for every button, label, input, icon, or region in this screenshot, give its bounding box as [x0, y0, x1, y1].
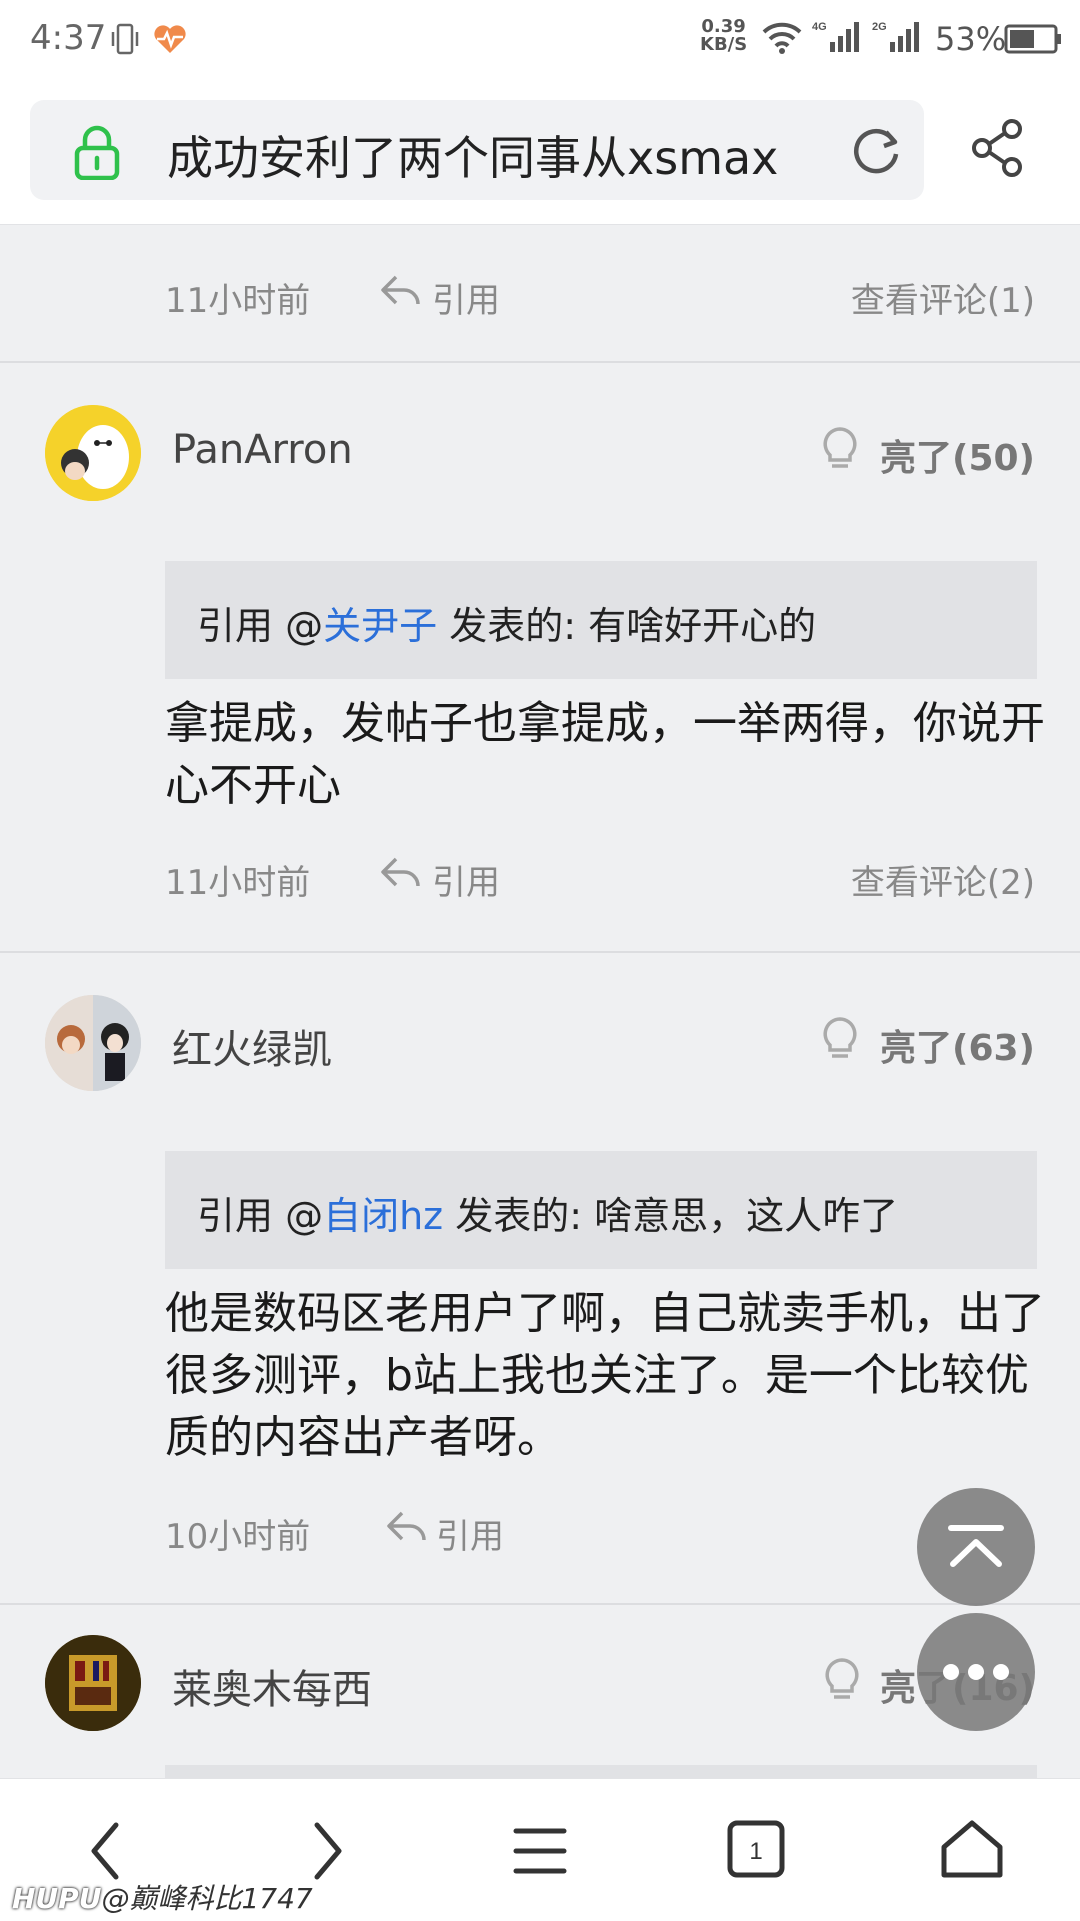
- avatar-image: [45, 995, 141, 1091]
- network-speed: 0.39 KB/S: [700, 18, 747, 54]
- avatar-image: [45, 1635, 141, 1731]
- comment-body: 拿提成，发帖子也拿提成，一举两得，你说开心不开心: [165, 698, 1045, 811]
- lightbulb-icon[interactable]: [820, 1016, 860, 1062]
- status-bar: 4:37 0.39 KB/S 4G 2G 53%: [0, 0, 1080, 78]
- avatar[interactable]: [45, 1635, 141, 1731]
- reply-arrow-icon[interactable]: [380, 273, 422, 309]
- battery-icon: [1004, 24, 1061, 54]
- menu-icon[interactable]: [500, 1809, 580, 1889]
- username[interactable]: PanArron: [172, 427, 353, 473]
- reload-icon[interactable]: [848, 122, 904, 178]
- tabs-icon[interactable]: 1: [716, 1809, 796, 1889]
- wifi-icon: [762, 22, 802, 54]
- quote-suffix: 发表的: 啥意思，这人咋了: [443, 1194, 899, 1238]
- page-title: 成功安利了两个同事从xsmax: [167, 131, 779, 185]
- lightbulb-icon[interactable]: [820, 426, 860, 472]
- avatar[interactable]: [45, 995, 141, 1091]
- more-options-button[interactable]: [917, 1613, 1035, 1731]
- signal-4g-icon: 4G: [812, 21, 859, 52]
- watermark: HUPU@巅峰科比1747: [12, 1877, 313, 1917]
- lightbulb-icon[interactable]: [822, 1657, 862, 1703]
- battery-percent: 53%: [935, 20, 1007, 58]
- quote-suffix: 发表的: 有啥好开心的: [437, 604, 817, 648]
- scroll-to-top-button[interactable]: [917, 1488, 1035, 1606]
- comment-item: PanArron 亮了(50) 引用 @关尹子 发表的: 有啥好开心的 拿提成，…: [0, 363, 1080, 953]
- address-bar[interactable]: 成功安利了两个同事从xsmax: [30, 100, 924, 200]
- comment-item: 11小时前 引用 查看评论(1): [0, 225, 1080, 363]
- net1-label: 4G: [812, 21, 827, 33]
- quoted-user-link[interactable]: 自闭hz: [323, 1194, 443, 1238]
- net2-label: 2G: [872, 21, 887, 33]
- comment-body: 他是数码区老用户了啊，自己就卖手机，出了很多测评，b站上我也关注了。是一个比较优…: [165, 1288, 1045, 1463]
- quote-prefix: 引用 @: [197, 1194, 324, 1238]
- comment-time: 10小时前: [165, 1517, 311, 1557]
- quoted-reply: 引用 @关尹子 发表的: 有啥好开心的: [165, 561, 1037, 679]
- avatar-image: [45, 405, 141, 501]
- quoted-reply: 引用 @自闭hz 发表的: 啥意思，这人咋了: [165, 1151, 1037, 1269]
- quote-button[interactable]: 引用: [436, 1509, 504, 1558]
- comment-time: 11小时前: [165, 863, 311, 903]
- username[interactable]: 莱奥木每西: [172, 1657, 372, 1715]
- quote-text: 引用 @关尹子 发表的: 有啥好开心的: [197, 595, 816, 650]
- reply-arrow-icon[interactable]: [380, 855, 422, 891]
- home-icon[interactable]: [932, 1809, 1012, 1889]
- browser-toolbar: 成功安利了两个同事从xsmax: [0, 78, 1080, 225]
- avatar[interactable]: [45, 405, 141, 501]
- comment-time: 11小时前: [165, 281, 311, 321]
- view-comments-link[interactable]: 查看评论(2): [851, 855, 1035, 904]
- vibrate-icon: [111, 23, 139, 55]
- quoted-user-link[interactable]: 关尹子: [323, 604, 437, 648]
- watermark-user: @巅峰科比1747: [101, 1882, 313, 1915]
- speed-unit: KB/S: [700, 34, 748, 55]
- health-icon: [154, 25, 186, 53]
- username[interactable]: 红火绿凯: [172, 1017, 332, 1075]
- arrow-up-icon: [948, 1525, 1004, 1567]
- quoted-reply-partial: [165, 1765, 1037, 1778]
- status-time: 4:37: [30, 18, 107, 58]
- likes-count[interactable]: 亮了(50): [880, 429, 1035, 481]
- lock-icon: [74, 125, 120, 180]
- svg-text:1: 1: [749, 1838, 762, 1865]
- watermark-brand: HUPU: [12, 1882, 102, 1915]
- signal-2g-icon: 2G: [872, 21, 919, 52]
- likes-count[interactable]: 亮了(63): [880, 1019, 1035, 1071]
- browser-bottom-nav: 1 HUPU@巅峰科比1747: [0, 1778, 1080, 1921]
- view-comments-link[interactable]: 查看评论(1): [851, 273, 1035, 322]
- share-icon[interactable]: [970, 118, 1028, 178]
- quote-text: 引用 @自闭hz 发表的: 啥意思，这人咋了: [197, 1185, 898, 1240]
- quote-button[interactable]: 引用: [432, 855, 500, 904]
- quote-button[interactable]: 引用: [432, 273, 500, 322]
- quote-prefix: 引用 @: [197, 604, 324, 648]
- reply-arrow-icon[interactable]: [386, 1509, 428, 1545]
- more-dots-icon: [943, 1664, 1009, 1680]
